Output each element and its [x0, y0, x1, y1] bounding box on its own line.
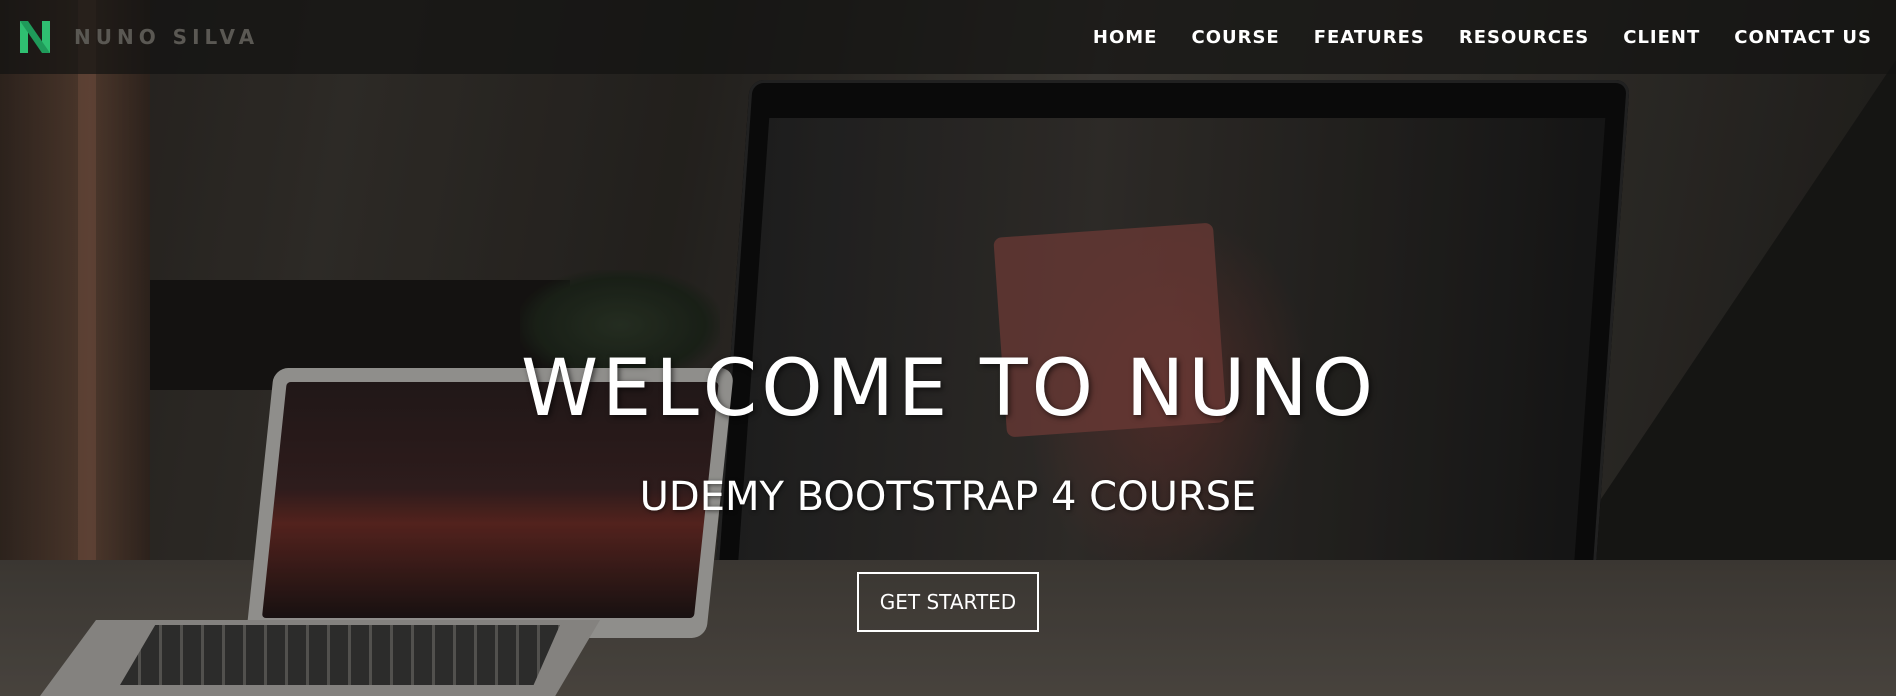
- nav-menu: HOME COURSE FEATURES RESOURCES CLIENT CO…: [1093, 27, 1872, 48]
- nav-item-client: CLIENT: [1623, 27, 1700, 48]
- nav-item-course: COURSE: [1191, 27, 1279, 48]
- nav-link-contact[interactable]: CONTACT US: [1734, 27, 1872, 48]
- brand-name: NUNO SILVA: [74, 25, 260, 49]
- get-started-button[interactable]: GET STARTED: [856, 572, 1040, 632]
- brand-link[interactable]: NUNO SILVA: [18, 17, 259, 57]
- nav-link-resources[interactable]: RESOURCES: [1459, 27, 1589, 48]
- nav-link-home[interactable]: HOME: [1093, 27, 1158, 48]
- hero-content: WELCOME TO NUNO UDEMY BOOTSTRAP 4 COURSE…: [0, 350, 1896, 632]
- hero-title: WELCOME TO NUNO: [520, 344, 1378, 434]
- nav-item-home: HOME: [1093, 27, 1158, 48]
- n-logo-icon: [20, 21, 50, 53]
- nav-link-features[interactable]: FEATURES: [1314, 27, 1425, 48]
- hero-subtitle: UDEMY BOOTSTRAP 4 COURSE: [639, 474, 1257, 520]
- nav-link-client[interactable]: CLIENT: [1623, 27, 1700, 48]
- nav-link-course[interactable]: COURSE: [1191, 27, 1279, 48]
- nav-item-resources: RESOURCES: [1459, 27, 1589, 48]
- navbar: NUNO SILVA HOME COURSE FEATURES RESOURCE…: [0, 0, 1896, 74]
- nav-item-contact: CONTACT US: [1734, 27, 1872, 48]
- nav-item-features: FEATURES: [1314, 27, 1425, 48]
